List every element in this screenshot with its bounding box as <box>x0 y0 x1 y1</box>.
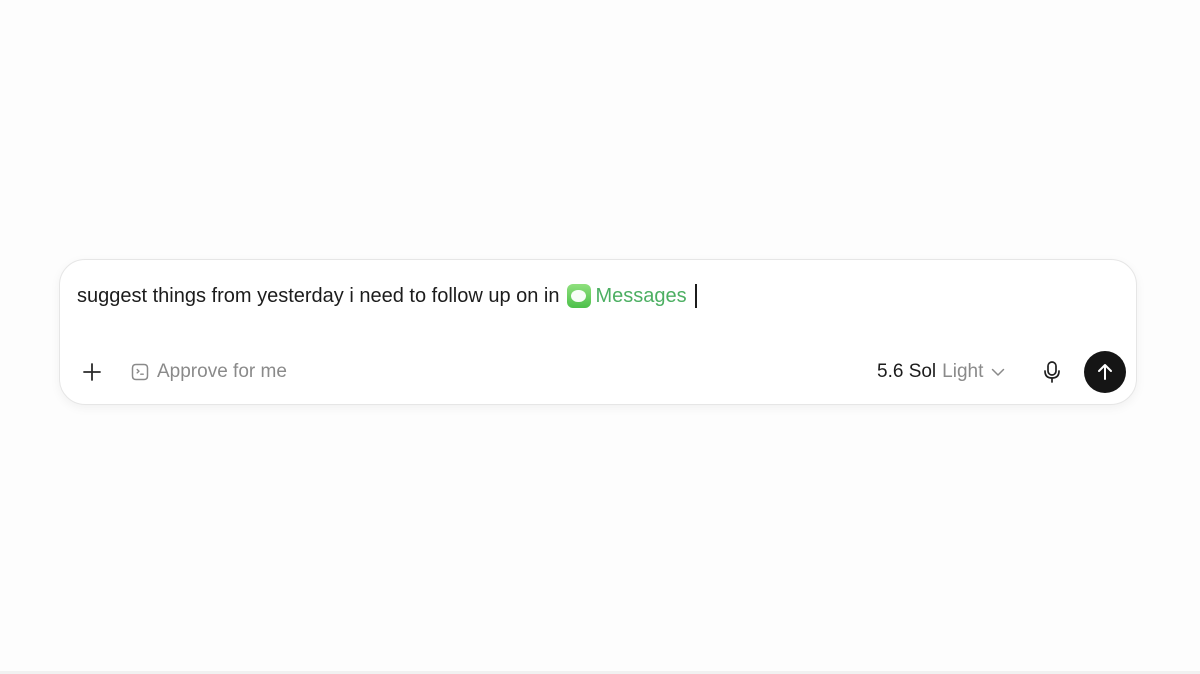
page: suggest things from yesterday i need to … <box>0 0 1200 674</box>
approve-face-icon <box>131 363 149 381</box>
text-caret <box>694 284 697 308</box>
app-mention-label: Messages <box>595 284 687 307</box>
app-mention-chip[interactable]: Messages <box>566 284 687 308</box>
model-selector[interactable]: 5.6 Sol Light <box>877 352 1005 392</box>
chevron-down-icon <box>991 367 1005 377</box>
send-button[interactable] <box>1084 351 1126 393</box>
plus-icon <box>83 363 101 381</box>
add-button[interactable] <box>77 352 107 392</box>
model-mode: Light <box>942 361 984 382</box>
messages-app-icon <box>566 284 591 308</box>
model-name: 5.6 Sol <box>877 361 937 382</box>
approve-for-me-button[interactable]: Approve for me <box>130 352 287 392</box>
microphone-icon <box>1044 361 1060 383</box>
arrow-up-icon <box>1098 364 1112 380</box>
approve-for-me-label: Approve for me <box>157 361 287 382</box>
composer-toolbar: Approve for me 5.6 Sol Light <box>60 350 1136 394</box>
prompt-text: suggest things from yesterday i need to … <box>77 284 560 307</box>
prompt-composer: suggest things from yesterday i need to … <box>59 259 1137 405</box>
microphone-button[interactable] <box>1040 352 1064 392</box>
prompt-input[interactable]: suggest things from yesterday i need to … <box>77 280 697 312</box>
